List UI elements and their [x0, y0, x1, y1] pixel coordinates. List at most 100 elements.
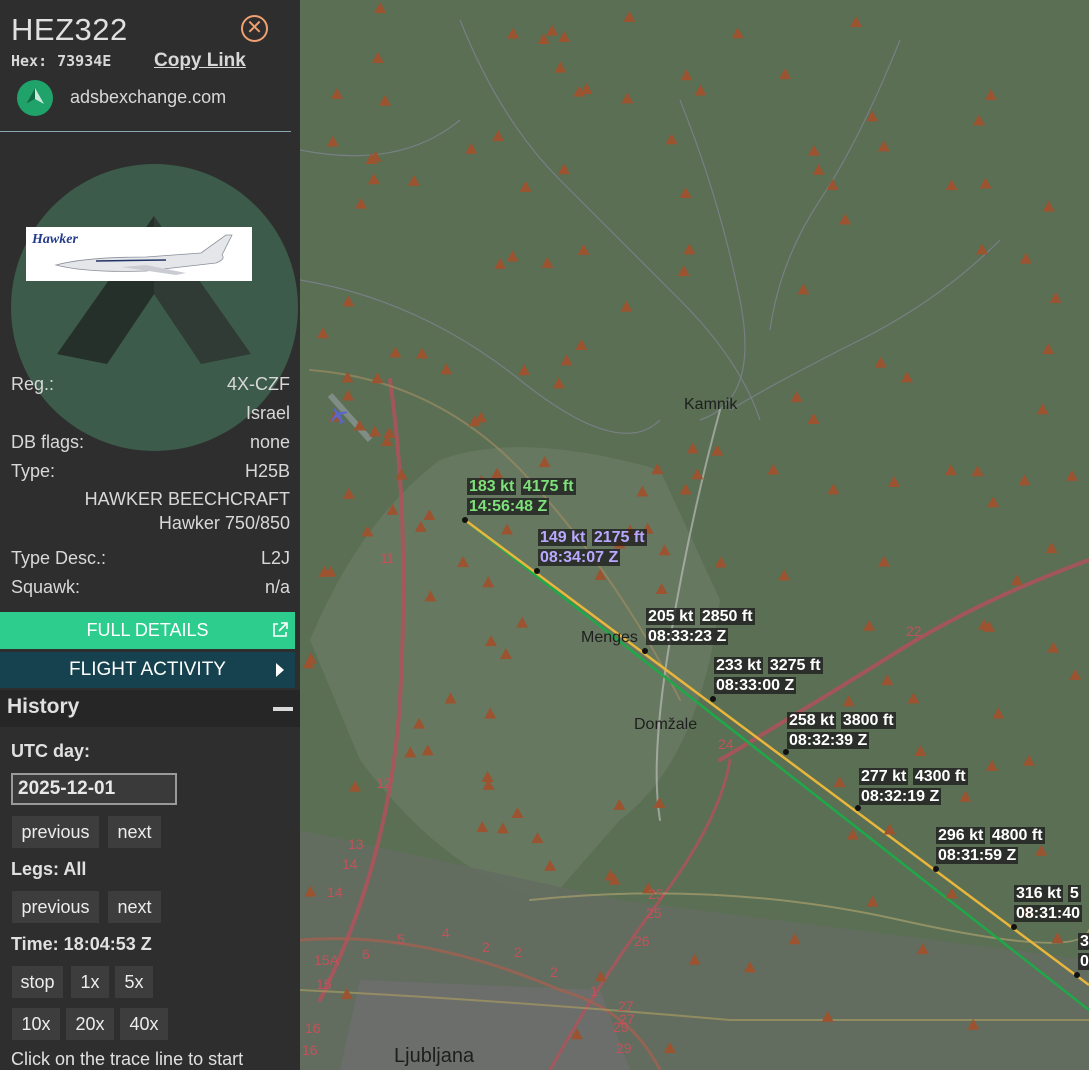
peak-icon	[812, 163, 825, 175]
speed-5x-button[interactable]: 5x	[115, 966, 153, 998]
trace-point[interactable]	[710, 696, 716, 702]
peak-icon	[653, 796, 666, 808]
peak-icon	[326, 135, 339, 147]
copy-link[interactable]: Copy Link	[154, 50, 246, 72]
aircraft-photo[interactable]: Hawker	[26, 227, 252, 281]
close-icon[interactable]: ✕	[241, 15, 268, 42]
speed-10x-button[interactable]: 10x	[12, 1008, 60, 1040]
svg-text:Hawker: Hawker	[31, 232, 78, 247]
trace-label: 316 kt 5 08:31:40	[1014, 885, 1083, 922]
trace-hint: Click on the trace line to start	[11, 1049, 244, 1069]
trace-point[interactable]	[642, 648, 648, 654]
peak-icon	[546, 24, 559, 36]
trace-point[interactable]	[1011, 924, 1017, 930]
peak-icon	[577, 243, 590, 255]
dbflags-label: DB flags:	[11, 432, 85, 452]
peak-icon	[987, 496, 1000, 508]
peak-icon	[415, 347, 428, 359]
peak-icon	[580, 83, 593, 95]
squawk-value: n/a	[264, 577, 290, 597]
callsign: HEZ322	[11, 12, 128, 47]
speed-1x-button[interactable]: 1x	[71, 966, 109, 998]
road-number: 25	[646, 905, 662, 921]
peak-icon	[541, 256, 554, 268]
peak-icon	[945, 179, 958, 191]
peak-icon	[691, 468, 704, 480]
peak-icon	[900, 371, 913, 383]
aircraft-info-panel: HEZ322 ✕ Hex: 73934E Copy Link adsbexchan…	[0, 0, 300, 1070]
trace-label: 277 kt 4300 ft 08:32:19 Z	[859, 768, 968, 805]
source-link[interactable]: adsbexchange.com	[70, 87, 226, 108]
road-number: 16	[305, 1020, 321, 1036]
peak-icon	[984, 89, 997, 101]
peak-icon	[342, 389, 355, 401]
peak-icon	[679, 483, 692, 495]
peak-icon	[623, 10, 636, 22]
peak-icon	[714, 556, 727, 568]
peak-icon	[877, 140, 890, 152]
trace-point[interactable]	[462, 517, 468, 523]
peak-icon	[1049, 291, 1062, 303]
peak-icon	[971, 465, 984, 477]
peak-icon	[972, 114, 985, 126]
hex-label: Hex:	[11, 52, 48, 70]
peak-icon	[519, 180, 532, 192]
trace-point[interactable]	[534, 568, 540, 574]
road-number: 14	[342, 856, 358, 872]
peak-icon	[342, 487, 355, 499]
peak-icon	[1045, 542, 1058, 554]
peak-icon	[474, 411, 487, 423]
utc-day-input[interactable]	[11, 773, 177, 805]
speed-40x-button[interactable]: 40x	[120, 1008, 168, 1040]
reg-label: Reg.:	[11, 374, 55, 394]
road-number: 16	[302, 1042, 318, 1058]
road-number: 2	[550, 964, 558, 980]
peak-icon	[1042, 200, 1055, 212]
flight-activity-button[interactable]: FLIGHT ACTIVITY	[0, 652, 295, 688]
peak-icon	[1042, 343, 1055, 355]
dbflags-value: none	[249, 432, 290, 452]
trace-point[interactable]	[1074, 972, 1080, 978]
day-previous-button[interactable]: previous	[12, 816, 99, 848]
road-number: 22	[906, 623, 922, 639]
map-view[interactable]: Kamnik Menges Domžale Ljubljana 11 12 13…	[300, 0, 1089, 1070]
stop-button[interactable]: stop	[12, 966, 63, 998]
peak-icon	[371, 372, 384, 384]
peak-icon	[575, 338, 588, 350]
collapse-icon[interactable]	[273, 707, 293, 711]
peak-icon	[1022, 754, 1035, 766]
reg-value: 4X-CZF	[227, 374, 290, 394]
peak-icon	[389, 346, 402, 358]
peak-icon	[621, 92, 634, 104]
peak-icon	[877, 555, 890, 567]
legs-previous-button[interactable]: previous	[12, 891, 99, 923]
peak-icon	[827, 483, 840, 495]
full-details-button[interactable]: FULL DETAILS	[0, 612, 295, 649]
peak-icon	[554, 61, 567, 73]
manufacturer-value: HAWKER BEECHCRAFT	[84, 489, 290, 509]
peak-icon	[677, 265, 690, 277]
legs-next-button[interactable]: next	[108, 891, 161, 923]
day-next-button[interactable]: next	[108, 816, 161, 848]
history-header[interactable]: History	[0, 690, 300, 727]
speed-20x-button[interactable]: 20x	[66, 1008, 114, 1040]
road-number: 11	[380, 550, 395, 566]
peak-icon	[506, 27, 519, 39]
peak-icon	[558, 30, 571, 42]
peak-icon	[316, 327, 329, 339]
peak-icon	[367, 173, 380, 185]
peak-icon	[492, 130, 505, 142]
trace-label: 183 kt 4175 ft 14:56:48 Z	[467, 478, 576, 515]
peak-icon	[1010, 574, 1023, 586]
trace-point[interactable]	[933, 866, 939, 872]
peak-icon	[518, 364, 531, 376]
peak-icon	[330, 87, 343, 99]
peak-icon	[866, 110, 879, 122]
road-number: 2	[482, 939, 490, 955]
hex-value: 73934E	[57, 52, 112, 70]
peak-icon	[374, 2, 387, 14]
road-number: 5	[397, 931, 405, 947]
road-number: 26	[634, 933, 650, 949]
utc-day-label: UTC day:	[11, 741, 91, 761]
road-number: 25	[648, 886, 664, 902]
